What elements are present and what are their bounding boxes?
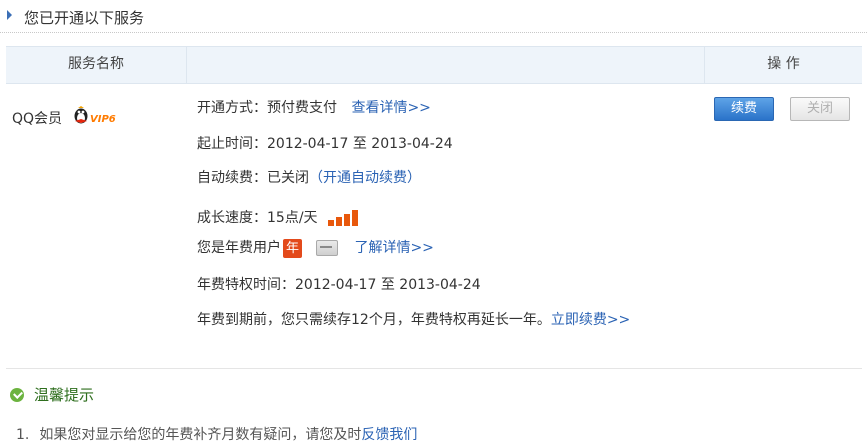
tip-item: 1. 如果您对显示给您的年费补齐月数有疑问，请您及时反馈我们 bbox=[16, 424, 417, 444]
period-start: 2012-04-17 bbox=[267, 136, 349, 152]
growth-row: 成长速度：15点/天 bbox=[197, 208, 360, 228]
open-method-label: 开通方式： bbox=[197, 100, 267, 116]
renew-now-link[interactable]: 立即续费>> bbox=[551, 312, 630, 328]
feedback-link[interactable]: 反馈我们 bbox=[361, 427, 417, 443]
learn-more-link[interactable]: 了解详情>> bbox=[354, 240, 433, 256]
auto-renew-close-paren: ） bbox=[407, 170, 421, 186]
table-header: 服务名称 操 作 bbox=[6, 46, 862, 84]
annual-to: 至 bbox=[380, 277, 395, 293]
growth-label: 成长速度： bbox=[197, 210, 267, 226]
annual-badge-icon: 年 bbox=[283, 238, 302, 258]
auto-renew-row: 自动续费：已关闭（开通自动续费） bbox=[197, 168, 421, 188]
column-header-service-name: 服务名称 bbox=[6, 47, 187, 83]
period-to: 至 bbox=[352, 136, 367, 152]
annual-period-label: 年费特权时间： bbox=[197, 277, 295, 293]
tips-check-icon bbox=[10, 388, 24, 402]
section-divider bbox=[6, 368, 862, 369]
triangle-right-icon bbox=[7, 10, 12, 20]
period-row: 起止时间：2012-04-17 至 2013-04-24 bbox=[197, 134, 453, 154]
page-header: 您已开通以下服务 bbox=[0, 0, 867, 33]
view-details-link[interactable]: 查看详情>> bbox=[351, 100, 430, 116]
promo-text: 年费到期前，您只需续存12个月，年费特权再延长一年。 bbox=[197, 312, 551, 328]
auto-renew-label: 自动续费： bbox=[197, 170, 267, 186]
promo-row: 年费到期前，您只需续存12个月，年费特权再延长一年。立即续费>> bbox=[197, 310, 630, 330]
renew-button[interactable]: 续费 bbox=[714, 97, 774, 121]
period-end: 2013-04-24 bbox=[371, 136, 453, 152]
annual-user-row: 您是年费用户年 了解详情>> bbox=[197, 238, 434, 258]
growth-value: 15点/天 bbox=[267, 210, 318, 226]
card-icon bbox=[316, 240, 338, 256]
qq-penguin-icon bbox=[74, 106, 88, 124]
tip-number: 1. bbox=[16, 427, 30, 443]
column-header-operations: 操 作 bbox=[767, 56, 800, 72]
tips-title: 温馨提示 bbox=[34, 386, 95, 404]
open-method-row: 开通方式：预付费支付 查看详情>> bbox=[197, 98, 431, 118]
growth-level-icon bbox=[327, 210, 360, 226]
annual-period-row: 年费特权时间：2012-04-17 至 2013-04-24 bbox=[197, 275, 481, 295]
column-header-details bbox=[187, 47, 705, 83]
period-label: 起止时间： bbox=[197, 136, 267, 152]
tip-text: 如果您对显示给您的年费补齐月数有疑问，请您及时 bbox=[39, 427, 362, 443]
close-button[interactable]: 关闭 bbox=[790, 97, 850, 121]
auto-renew-open-paren: （ bbox=[309, 170, 323, 186]
vip-level-badge: VIP6 bbox=[90, 114, 116, 125]
annual-start: 2012-04-17 bbox=[295, 277, 377, 293]
auto-renew-status: 已关闭 bbox=[267, 170, 309, 186]
service-name: QQ会员 bbox=[12, 111, 63, 127]
open-method-value: 预付费支付 bbox=[267, 100, 337, 116]
annual-user-text: 您是年费用户 bbox=[197, 240, 281, 256]
enable-auto-renew-link[interactable]: 开通自动续费 bbox=[323, 170, 407, 186]
page-title: 您已开通以下服务 bbox=[24, 9, 145, 27]
annual-end: 2013-04-24 bbox=[399, 277, 481, 293]
